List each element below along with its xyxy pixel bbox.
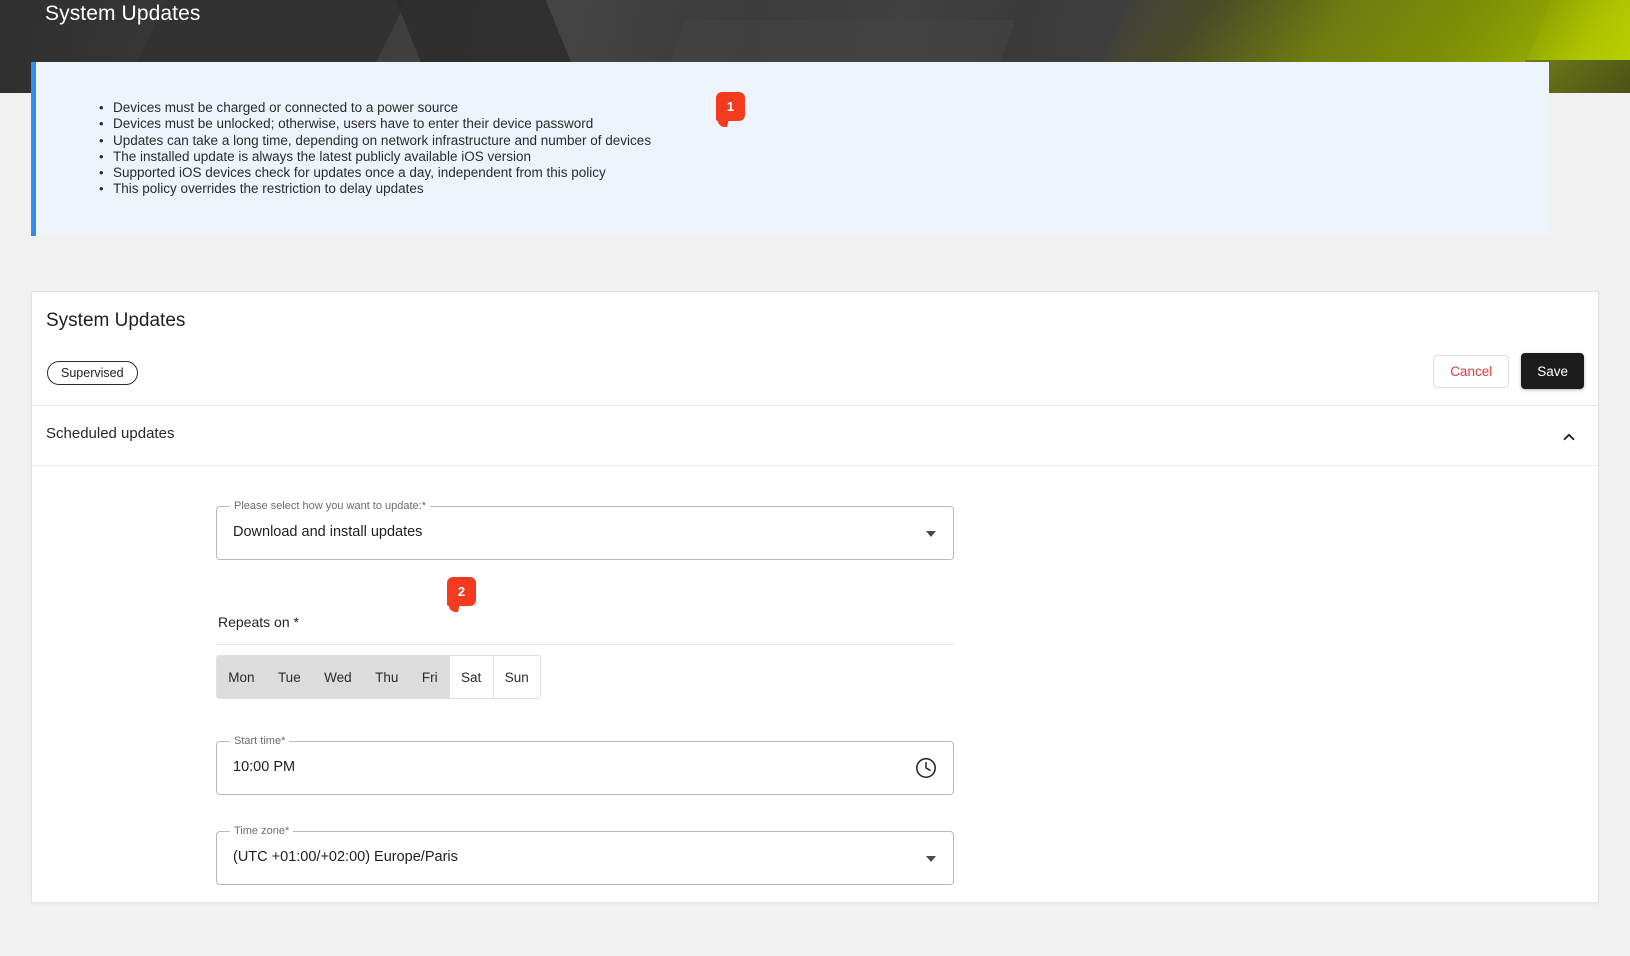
- start-time-value: 10:00 PM: [233, 759, 296, 775]
- repeats-on-row: Repeats on *: [216, 606, 954, 645]
- card-title: System Updates: [46, 310, 186, 331]
- timezone-value: (UTC +01:00/+02:00) Europe/Paris: [233, 849, 458, 865]
- timezone-label: Time zone*: [230, 825, 294, 837]
- update-mode-select[interactable]: Please select how you want to update:* D…: [216, 500, 954, 560]
- callout-marker-1: 1: [716, 92, 745, 121]
- section-header-scheduled-updates[interactable]: Scheduled updates: [32, 406, 1598, 466]
- list-item: Supported iOS devices check for updates …: [99, 165, 651, 182]
- start-time-label: Start time*: [230, 735, 290, 747]
- form-area: Please select how you want to update:* D…: [32, 466, 1598, 885]
- repeats-on-label: Repeats on *: [218, 614, 299, 630]
- update-mode-value: Download and install updates: [233, 524, 423, 540]
- day-toggle-fri[interactable]: Fri: [409, 656, 449, 698]
- day-toggle-mon[interactable]: Mon: [217, 656, 266, 698]
- card-actions: Cancel Save: [1433, 353, 1584, 389]
- day-toggle-sat[interactable]: Sat: [448, 656, 493, 698]
- start-time-input[interactable]: Start time* 10:00 PM: [216, 735, 954, 795]
- card-header: System Updates Supervised Cancel Save: [32, 292, 1598, 406]
- save-button[interactable]: Save: [1521, 353, 1584, 389]
- list-item: This policy overrides the restriction to…: [99, 181, 651, 198]
- chevron-down-icon[interactable]: [926, 531, 936, 537]
- day-toggle-tue[interactable]: Tue: [265, 656, 312, 698]
- chevron-down-icon[interactable]: [926, 856, 936, 862]
- list-item: Devices must be charged or connected to …: [99, 100, 651, 117]
- day-toggle-wed[interactable]: Wed: [311, 656, 363, 698]
- list-item: Updates can take a long time, depending …: [99, 133, 651, 150]
- settings-card: System Updates Supervised Cancel Save Sc…: [31, 291, 1599, 903]
- day-toggle-thu[interactable]: Thu: [362, 656, 410, 698]
- update-mode-label: Please select how you want to update:*: [230, 500, 431, 512]
- day-toggle-sun[interactable]: Sun: [492, 656, 540, 698]
- list-item: The installed update is always the lates…: [99, 149, 651, 166]
- timezone-select[interactable]: Time zone* (UTC +01:00/+02:00) Europe/Pa…: [216, 825, 954, 885]
- clock-icon[interactable]: [914, 756, 938, 780]
- chevron-up-icon[interactable]: [1560, 428, 1578, 446]
- info-banner-list: Devices must be charged or connected to …: [99, 100, 651, 198]
- section-title: Scheduled updates: [46, 425, 175, 442]
- list-item: Devices must be unlocked; otherwise, use…: [99, 116, 651, 133]
- day-toggle-group[interactable]: Mon Tue Wed Thu Fri Sat Sun: [216, 655, 541, 699]
- cancel-button[interactable]: Cancel: [1433, 354, 1510, 388]
- callout-marker-2: 2: [447, 577, 476, 606]
- page-title: System Updates: [45, 2, 201, 25]
- info-banner: Devices must be charged or connected to …: [31, 62, 1549, 236]
- status-badge-supervised: Supervised: [47, 361, 138, 385]
